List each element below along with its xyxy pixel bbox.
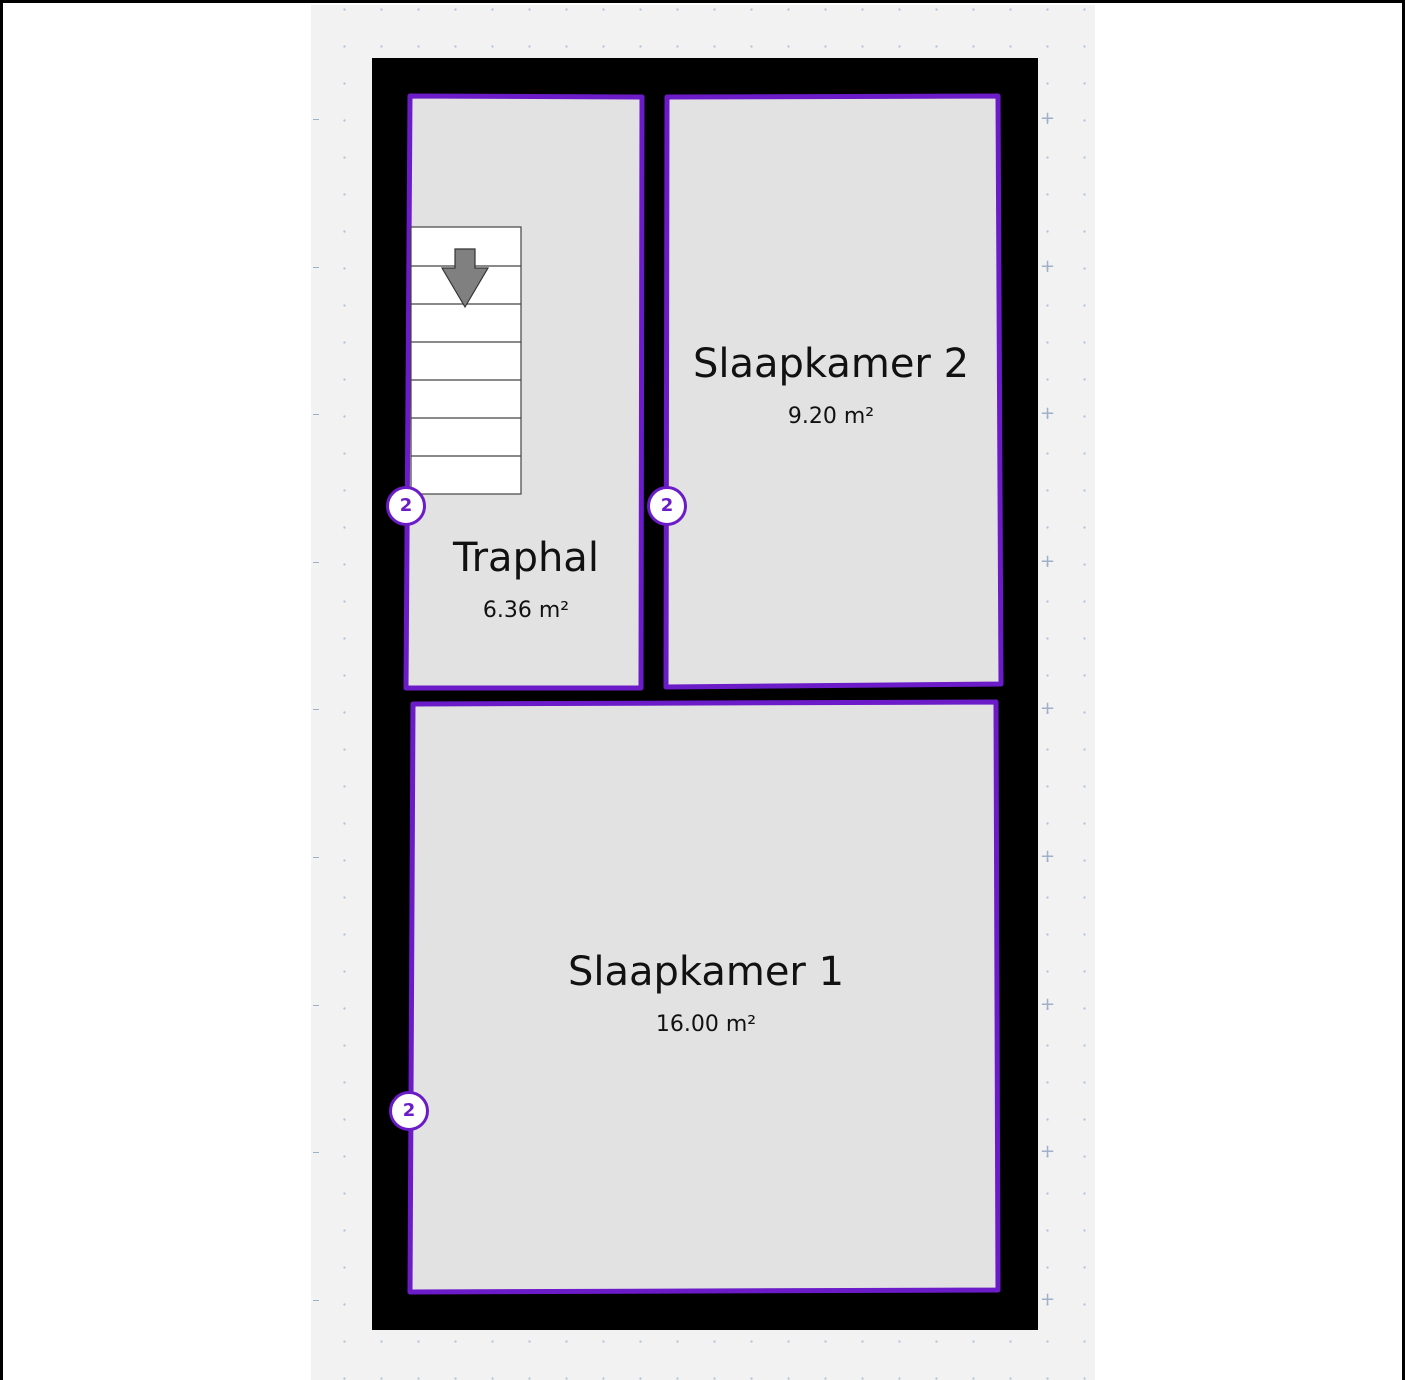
- room-name-traphal: Traphal: [453, 535, 599, 581]
- room-slaapkamer-1[interactable]: [407, 699, 1001, 1295]
- room-area-traphal: 6.36 m²: [482, 598, 570, 623]
- room-slaapkamer-2[interactable]: [663, 93, 1004, 690]
- room-name-slaapkamer-2: Slaapkamer 2: [692, 341, 970, 387]
- room-badge-slaapkamer-1[interactable]: 2: [389, 1091, 429, 1131]
- room-badge-traphal[interactable]: 2: [386, 486, 426, 526]
- room-area-slaapkamer-2: 9.20 m²: [787, 404, 875, 429]
- floorplan-rooms: [403, 93, 1004, 1295]
- room-area-slaapkamer-1: 16.00 m²: [655, 1012, 757, 1037]
- room-badge-slaapkamer-2[interactable]: 2: [647, 486, 687, 526]
- room-name-slaapkamer-1: Slaapkamer 1: [567, 949, 845, 995]
